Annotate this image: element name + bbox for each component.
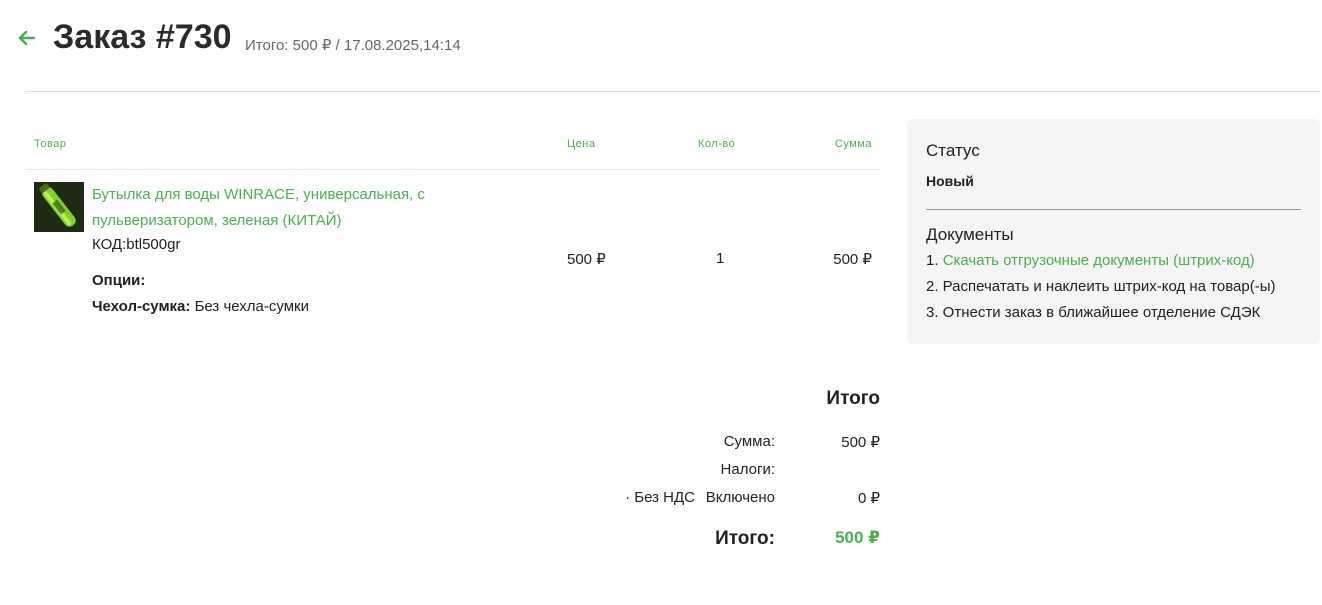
tax-mode: Включено	[705, 489, 775, 506]
page-header: Заказ #730 Итого: 500 ₽ / 17.08.2025,14:…	[0, 0, 1322, 92]
item-quantity: 1	[716, 250, 725, 267]
arrow-left-icon	[19, 31, 35, 45]
option-value: Без чехла-сумки	[194, 298, 309, 315]
option-name: Чехол-сумка:	[92, 298, 191, 315]
product-thumbnail[interactable]	[34, 182, 84, 232]
column-header-price: Цена	[567, 138, 596, 150]
bottle-image-icon	[34, 182, 84, 232]
order-items-table: Товар Цена Кол-во Сумма Бутылка для воды…	[26, 120, 880, 330]
doc-step-2: 2. Распечатать и наклеить штрих-код на т…	[926, 278, 1276, 295]
header-divider	[26, 91, 1320, 92]
sum-label: Сумма:	[723, 433, 775, 450]
product-option: Чехол-сумка: Без чехла-сумки	[92, 298, 309, 315]
grand-total-value: 500 ₽	[835, 528, 880, 547]
column-header-product: Товар	[34, 138, 67, 150]
order-summary-subtitle: Итого: 500 ₽ / 17.08.2025,14:14	[245, 37, 461, 54]
doc-step-1-number: 1.	[926, 252, 939, 269]
item-sum: 500 ₽	[833, 251, 872, 268]
order-status-panel: Статус Новый Документы 1. Скачать отгруз…	[907, 119, 1320, 344]
doc-step-3: 3. Отнести заказ в ближайшее отделение С…	[926, 304, 1261, 321]
item-price: 500 ₽	[567, 251, 606, 268]
table-header: Товар Цена Кол-во Сумма	[26, 120, 880, 170]
sum-value: 500 ₽	[841, 434, 880, 451]
product-name-link[interactable]: Бутылка для воды WINRACE, универсальная,…	[92, 182, 452, 234]
taxes-label: Налоги:	[720, 461, 775, 478]
column-header-qty: Кол-во	[698, 138, 736, 150]
status-heading: Статус	[926, 141, 980, 160]
totals-title: Итого	[826, 388, 880, 409]
tax-value: 0 ₽	[857, 490, 880, 507]
back-button[interactable]	[16, 26, 38, 50]
options-label: Опции:	[92, 272, 146, 289]
column-header-sum: Сумма	[834, 138, 872, 150]
documents-heading: Документы	[926, 225, 1014, 244]
page-title: Заказ #730	[53, 18, 232, 56]
grand-total-label: Итого:	[715, 528, 775, 549]
status-badge: Новый	[926, 173, 974, 189]
download-documents-link[interactable]: Скачать отгрузочные документы (штрих-код…	[943, 252, 1255, 269]
panel-divider	[926, 209, 1301, 210]
table-row: Бутылка для воды WINRACE, универсальная,…	[26, 170, 880, 330]
product-code: КОД:btl500gr	[92, 236, 181, 253]
tax-name: · Без НДС	[625, 489, 695, 506]
doc-step-1: 1. Скачать отгрузочные документы (штрих-…	[926, 252, 1255, 269]
